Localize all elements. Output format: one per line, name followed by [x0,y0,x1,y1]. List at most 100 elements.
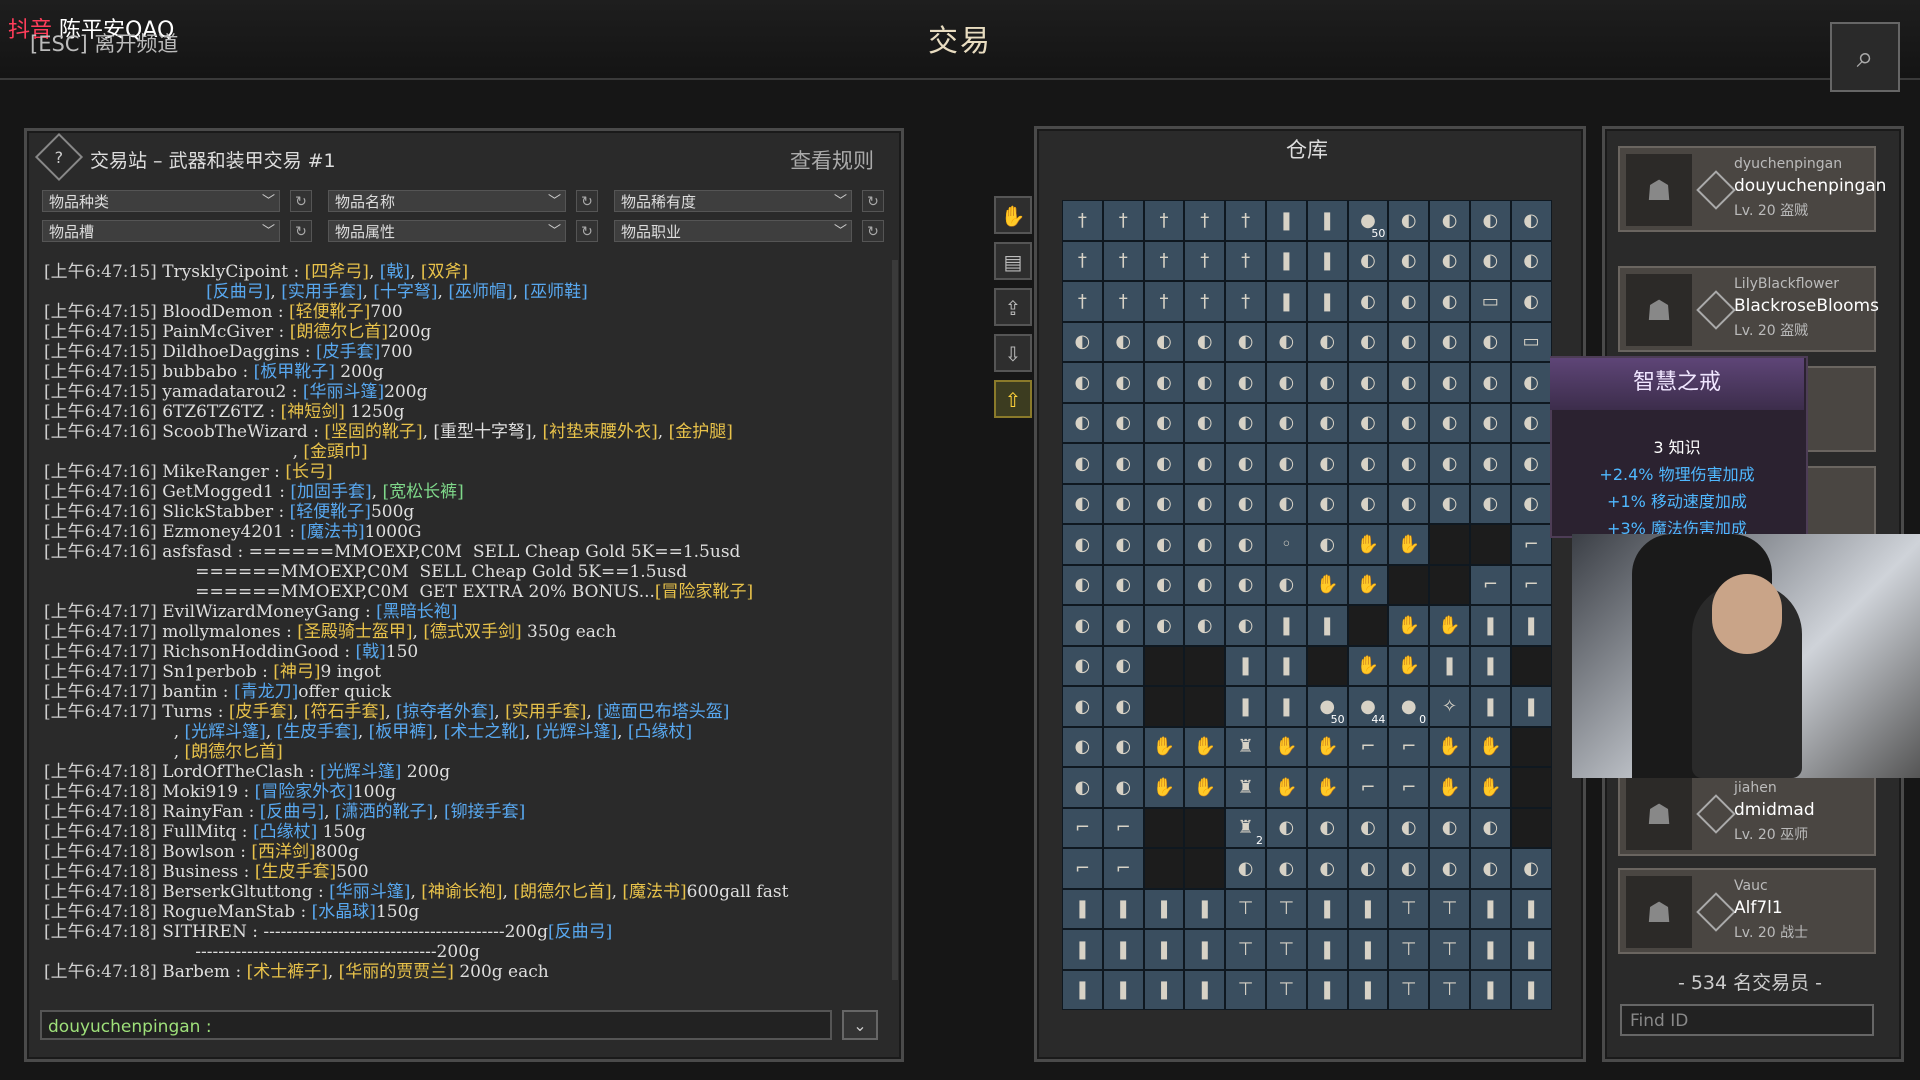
empty-slot[interactable] [1510,726,1552,767]
item-slot[interactable]: ◐ [1102,686,1144,727]
item-slot[interactable]: ⊤ [1429,969,1470,1010]
item-slot[interactable]: ❚ [1184,929,1226,970]
item-slot[interactable]: ⌐ [1388,767,1430,808]
item-link[interactable]: [宽松长裤] [382,482,463,502]
item-link[interactable]: [实用手套] [505,702,586,722]
item-slot[interactable]: ◐ [1062,362,1103,403]
item-slot[interactable]: ✋ [1265,767,1307,808]
item-slot[interactable]: ◐ [1143,402,1185,443]
item-slot[interactable]: ◐ [1429,848,1470,889]
item-link[interactable]: [巫师鞋] [523,282,587,302]
item-slot[interactable]: ◐ [1143,605,1185,646]
scroll-map-icon[interactable]: ⌕ [1830,22,1900,92]
item-slot[interactable]: ◐ [1225,848,1266,889]
item-link[interactable]: [长弓] [285,462,332,482]
item-slot[interactable]: ⊤ [1225,969,1266,1010]
item-link[interactable]: [神弓] [273,662,320,682]
item-link[interactable]: [十字弩] [373,282,437,302]
item-slot[interactable]: ◐ [1306,321,1348,362]
item-slot[interactable]: ◐ [1429,362,1470,403]
item-slot[interactable]: ✋ [1306,564,1348,605]
item-slot[interactable]: ❚ [1143,929,1185,970]
item-slot[interactable]: ❚ [1225,686,1266,727]
item-slot[interactable]: ◐ [1347,807,1389,848]
item-slot[interactable]: ⌐ [1102,807,1144,848]
item-link[interactable]: [金护腿] [669,422,733,442]
item-slot[interactable]: ✋ [1429,767,1470,808]
item-link[interactable]: [神谕长袍] [421,882,502,902]
item-slot[interactable]: ◐ [1265,362,1307,403]
item-slot[interactable]: ♜ 2 [1225,807,1266,848]
item-slot[interactable]: ◐ [1265,321,1307,362]
item-link[interactable]: [铆接手套] [444,802,525,822]
item-slot[interactable]: † [1102,281,1144,322]
item-link[interactable]: [黑暗长袍] [376,602,457,622]
item-slot[interactable]: ❚ [1469,929,1511,970]
item-slot[interactable]: ◐ [1347,240,1389,281]
chest-in-icon[interactable]: ⇩ [994,334,1032,372]
item-link[interactable]: [双斧] [421,262,468,282]
item-slot[interactable]: ◐ [1102,726,1144,767]
item-slot[interactable]: ◐ [1306,483,1348,524]
item-slot[interactable]: ✋ [1306,726,1348,767]
item-slot[interactable]: ❚ [1102,969,1144,1010]
empty-slot[interactable] [1469,524,1511,565]
item-link[interactable]: [皮手套] [229,702,293,722]
item-slot[interactable]: ◐ [1102,605,1144,646]
item-slot[interactable]: ◐ [1062,686,1103,727]
item-slot[interactable]: ◐ [1265,402,1307,443]
item-slot[interactable]: ❚ [1510,888,1552,929]
item-slot[interactable]: ◐ [1102,321,1144,362]
filter-item-name[interactable]: 物品名称 ﹀ [328,190,566,212]
item-slot[interactable]: ● 50 [1347,200,1389,241]
item-slot[interactable]: ✋ [1184,726,1226,767]
item-slot[interactable]: ⊤ [1429,888,1470,929]
item-slot[interactable]: ◐ [1469,443,1511,484]
item-slot[interactable]: ✋ [1388,524,1430,565]
item-slot[interactable]: ◐ [1062,767,1103,808]
item-link[interactable]: [板甲裤] [369,722,433,742]
item-slot[interactable]: † [1184,200,1226,241]
chest-active-icon[interactable]: ⇧ [994,380,1032,418]
item-link[interactable]: [华丽斗篷] [329,882,410,902]
item-slot[interactable]: † [1143,240,1185,281]
item-slot[interactable]: ◐ [1429,807,1470,848]
filter-item-slot[interactable]: 物品槽 ﹀ [42,220,280,242]
item-slot[interactable]: ◐ [1510,281,1552,322]
item-link[interactable]: [水晶球] [312,902,376,922]
item-slot[interactable]: ◐ [1184,402,1226,443]
item-slot[interactable]: ◐ [1143,443,1185,484]
item-slot[interactable]: ◐ [1062,443,1103,484]
item-slot[interactable]: ◐ [1347,443,1389,484]
item-slot[interactable]: ◐ [1062,524,1103,565]
refresh-icon[interactable]: ↻ [862,220,884,242]
item-link[interactable]: [冒险家外衣] [255,782,353,802]
item-link[interactable]: [板甲靴子] [254,362,335,382]
empty-slot[interactable] [1143,686,1185,727]
item-slot[interactable]: ❚ [1347,969,1389,1010]
item-slot[interactable]: ✋ [1388,605,1430,646]
item-slot[interactable]: ◐ [1225,564,1266,605]
item-link[interactable]: [魔法书] [622,882,686,902]
item-slot[interactable]: ◐ [1184,605,1226,646]
item-slot[interactable]: ❚ [1510,686,1552,727]
item-slot[interactable]: ◐ [1143,564,1185,605]
view-rules-button[interactable]: 查看规则 [790,145,874,175]
item-slot[interactable]: ◐ [1429,443,1470,484]
item-slot[interactable]: ⊤ [1265,969,1307,1010]
item-slot[interactable]: ❚ [1265,200,1307,241]
item-slot[interactable]: ◐ [1388,807,1430,848]
item-slot[interactable]: † [1143,200,1185,241]
item-slot[interactable]: ❚ [1265,281,1307,322]
item-slot[interactable]: ❚ [1102,929,1144,970]
empty-slot[interactable] [1510,767,1552,808]
item-slot[interactable]: ✋ [1469,767,1511,808]
item-slot[interactable]: ◐ [1469,807,1511,848]
item-slot[interactable]: ◐ [1388,321,1430,362]
item-slot[interactable]: ❚ [1347,888,1389,929]
item-slot[interactable]: ❚ [1306,240,1348,281]
item-slot[interactable]: ◐ [1184,321,1226,362]
item-slot[interactable]: ◐ [1062,605,1103,646]
item-link[interactable]: [朗德尔匕首] [185,742,283,762]
item-slot[interactable]: ✋ [1184,767,1226,808]
